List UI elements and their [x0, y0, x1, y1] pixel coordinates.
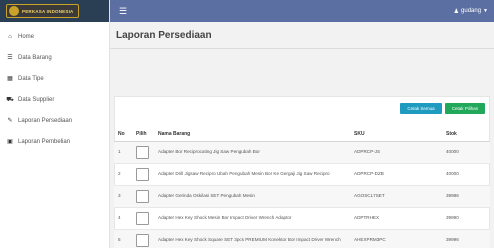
- sidebar-item-laporan-persediaan[interactable]: ✎ Laporan Persediaan: [0, 110, 109, 131]
- cell-sku: ADPRCP-DZB: [350, 163, 442, 186]
- sidebar: PERKASA INDONESIA ⌂ Home ☰ Data Barang ▦…: [0, 0, 110, 248]
- sidebar-item-laporan-pembelian[interactable]: ▣ Laporan Pembelian: [0, 131, 109, 152]
- table-row: 3 Adapter Gerinda Oskilasi SET Pengubah …: [114, 185, 490, 208]
- cell-pilih: [132, 207, 154, 230]
- cell-no: 4: [114, 207, 132, 230]
- sidebar-item-data-supplier[interactable]: ⛟ Data Supplier: [0, 89, 109, 110]
- cell-stok: 39990: [442, 207, 490, 230]
- table-row: 1 Adapter Bor Reciprocating Jig Saw Peng…: [114, 141, 490, 164]
- select-checkbox[interactable]: [136, 233, 149, 247]
- title-divider: [110, 48, 494, 49]
- sidebar-item-label: Data Tipe: [18, 75, 44, 82]
- cell-stok: 40000: [442, 163, 490, 186]
- select-checkbox[interactable]: [136, 167, 149, 181]
- logo-emblem-icon: [9, 6, 19, 16]
- cell-nama-barang: Adapter Gerinda Oskilasi SET Pengubah Me…: [154, 185, 350, 208]
- table-header-row: No Pilih Nama Barang SKU Stok: [114, 127, 490, 142]
- menu-toggle-icon[interactable]: ☰: [119, 6, 127, 16]
- header-no: No: [114, 127, 132, 142]
- sidebar-item-label: Data Supplier: [18, 96, 55, 103]
- cell-pilih: [132, 185, 154, 208]
- brand-logo[interactable]: PERKASA INDONESIA: [6, 4, 79, 18]
- header-nama-barang: Nama Barang: [154, 127, 350, 142]
- sidebar-item-label: Laporan Persediaan: [18, 117, 73, 124]
- chevron-down-icon: ▼: [483, 8, 488, 14]
- truck-icon: ⛟: [6, 96, 14, 103]
- user-menu[interactable]: ♟ gudang ▼: [454, 8, 488, 15]
- brand-bar: PERKASA INDONESIA: [0, 0, 109, 22]
- select-checkbox[interactable]: [136, 211, 149, 225]
- cell-no: 5: [114, 229, 132, 248]
- cell-nama-barang: Adapter Hex Key Shock Square SET 3pcs PR…: [154, 229, 350, 248]
- cell-no: 3: [114, 185, 132, 208]
- select-checkbox[interactable]: [136, 145, 149, 159]
- username: gudang: [461, 8, 482, 14]
- header-stok: Stok: [442, 127, 490, 142]
- sidebar-item-label: Data Barang: [18, 54, 52, 61]
- home-icon: ⌂: [8, 33, 12, 40]
- top-navbar: ☰ ♟ gudang ▼: [110, 0, 494, 22]
- grid-icon: ▦: [7, 76, 13, 82]
- cell-sku: AHEXPRM3PC: [350, 229, 442, 248]
- sidebar-item-data-barang[interactable]: ☰ Data Barang: [0, 47, 109, 68]
- header-sku: SKU: [350, 127, 442, 142]
- cell-nama-barang: Adapter Bor Reciprocating Jig Saw Pengub…: [154, 141, 350, 164]
- user-icon: ♟: [453, 8, 460, 15]
- table-row: 4 Adapter Hex Key Shock Mesin Bor Impact…: [114, 207, 490, 230]
- list-icon: ☰: [7, 55, 13, 61]
- print-all-button[interactable]: Cetak Semua: [400, 103, 442, 114]
- cell-nama-barang: Adapter Hex Key Shock Mesin Bor Impact D…: [154, 207, 350, 230]
- cell-sku: ADPTRHEX: [350, 207, 442, 230]
- table-row: 5 Adapter Hex Key Shock Square SET 3pcs …: [114, 229, 490, 248]
- sidebar-item-home[interactable]: ⌂ Home: [0, 26, 109, 47]
- print-selected-button[interactable]: Cetak Pilihan: [445, 103, 485, 114]
- cell-stok: 39996: [442, 229, 490, 248]
- table-row: 2 Adapter Drill Jigsaw Recipro Ubah Peng…: [114, 163, 490, 186]
- sidebar-item-data-tipe[interactable]: ▦ Data Tipe: [0, 68, 109, 89]
- edit-icon: ✎: [7, 118, 13, 124]
- cell-stok: 39986: [442, 185, 490, 208]
- header-pilih: Pilih: [132, 127, 154, 142]
- cell-no: 2: [114, 163, 132, 186]
- cell-nama-barang: Adapter Drill Jigsaw Recipro Ubah Pengub…: [154, 163, 350, 186]
- cell-sku: ADPRCP-JS: [350, 141, 442, 164]
- inventory-table: No Pilih Nama Barang SKU Stok 1 Adapter …: [114, 127, 490, 248]
- sidebar-item-label: Home: [18, 33, 35, 40]
- sidebar-nav: ⌂ Home ☰ Data Barang ▦ Data Tipe ⛟ Data …: [0, 26, 109, 152]
- page-title: Laporan Persediaan: [116, 30, 212, 41]
- cell-pilih: [132, 141, 154, 164]
- cell-pilih: [132, 163, 154, 186]
- cart-icon: ▣: [7, 139, 13, 145]
- sidebar-item-label: Laporan Pembelian: [18, 138, 71, 145]
- cell-sku: AGOSCL7SET: [350, 185, 442, 208]
- logo-text: PERKASA INDONESIA: [22, 8, 74, 14]
- cell-stok: 40000: [442, 141, 490, 164]
- cell-pilih: [132, 229, 154, 248]
- select-checkbox[interactable]: [136, 189, 149, 203]
- cell-no: 1: [114, 141, 132, 164]
